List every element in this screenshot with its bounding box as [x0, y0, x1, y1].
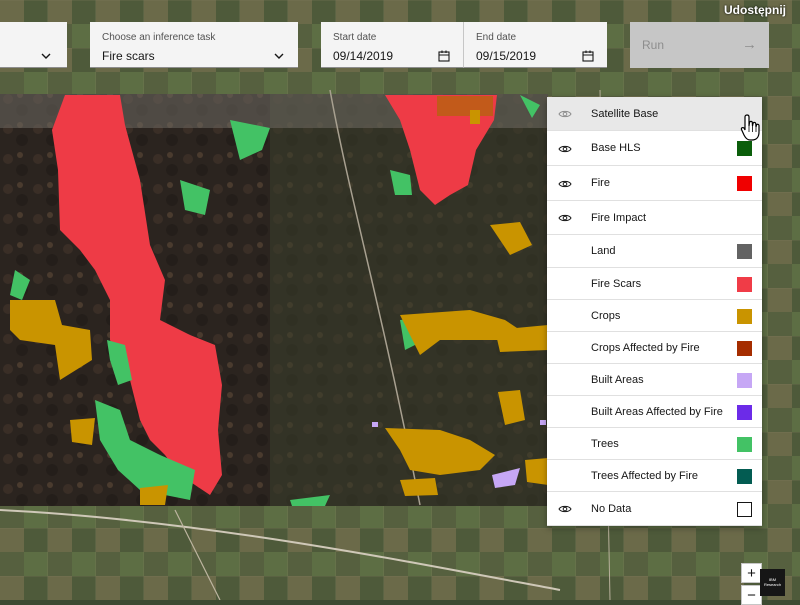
- legend-item-label: Fire: [591, 177, 610, 189]
- zoom-out-button[interactable]: −: [741, 585, 762, 605]
- calendar-icon[interactable]: [581, 49, 595, 63]
- legend-color-swatch: [737, 340, 752, 356]
- legend-item-land[interactable]: Land: [547, 235, 762, 268]
- legend-item-built-areas-affected-by-fire[interactable]: Built Areas Affected by Fire: [547, 396, 762, 428]
- legend-item-crops[interactable]: Crops: [547, 300, 762, 332]
- legend-color-swatch: [737, 436, 752, 452]
- legend-item-label: Base HLS: [591, 142, 641, 154]
- end-date-value: 09/15/2019: [476, 49, 537, 63]
- eye-icon[interactable]: [558, 213, 572, 223]
- inference-toolbar: Choose an inference task Fire scars Star…: [0, 0, 800, 90]
- start-date-value: 09/14/2019: [333, 49, 394, 63]
- legend-color-swatch: [737, 276, 752, 292]
- legend-color-swatch: [737, 141, 752, 156]
- legend-item-fire-impact[interactable]: Fire Impact: [547, 201, 762, 235]
- legend-item-label: Satellite Base: [591, 107, 659, 120]
- end-date-label: End date: [476, 32, 517, 43]
- legend-color-swatch: [737, 501, 752, 517]
- dataset-dropdown[interactable]: [0, 22, 67, 68]
- legend-color-swatch: [737, 468, 752, 484]
- legend-item-built-areas[interactable]: Built Areas: [547, 364, 762, 396]
- legend-item-crops-affected-by-fire[interactable]: Crops Affected by Fire: [547, 332, 762, 364]
- legend-color-swatch: [737, 404, 752, 420]
- legend-item-fire[interactable]: Fire: [547, 166, 762, 201]
- legend-item-satellite-base[interactable]: Satellite Base: [547, 97, 762, 131]
- inference-task-value: Fire scars: [102, 49, 155, 63]
- legend-item-label: Built Areas Affected by Fire: [591, 405, 723, 418]
- layer-legend-panel: Satellite Base Base HLS Fire Fire Impact Lan…: [547, 97, 762, 526]
- legend-color-swatch: [737, 176, 752, 191]
- legend-color-swatch: [737, 244, 752, 259]
- legend-item-label: Built Areas: [591, 373, 644, 386]
- chevron-down-icon: [41, 53, 51, 59]
- ibm-research-logo: IBM Research: [760, 569, 785, 596]
- legend-item-label: Trees Affected by Fire: [591, 469, 698, 482]
- eye-icon[interactable]: [558, 144, 572, 154]
- legend-color-swatch: [737, 308, 752, 324]
- legend-item-label: Fire Impact: [591, 211, 647, 224]
- legend-item-fire-scars[interactable]: Fire Scars: [547, 268, 762, 300]
- legend-item-label: Crops Affected by Fire: [591, 341, 700, 354]
- eye-icon[interactable]: [558, 179, 572, 189]
- legend-item-label: Trees: [591, 437, 619, 450]
- run-label: Run: [642, 38, 665, 52]
- zoom-in-button[interactable]: +: [741, 563, 762, 583]
- start-date-field[interactable]: Start date 09/14/2019: [321, 22, 464, 68]
- eye-icon[interactable]: [558, 109, 572, 119]
- end-date-field[interactable]: End date 09/15/2019: [464, 22, 607, 68]
- run-button[interactable]: Run →: [630, 22, 769, 68]
- legend-item-trees[interactable]: Trees: [547, 428, 762, 460]
- legend-item-label: Fire Scars: [591, 277, 642, 290]
- legend-item-no-data[interactable]: No Data: [547, 492, 762, 526]
- legend-color-swatch: [737, 372, 752, 388]
- legend-item-label: Crops: [591, 309, 621, 322]
- inference-task-label: Choose an inference task: [102, 32, 216, 43]
- calendar-icon[interactable]: [437, 49, 451, 63]
- legend-item-base-hls[interactable]: Base HLS: [547, 131, 762, 166]
- start-date-label: Start date: [333, 32, 377, 43]
- legend-item-label: No Data: [591, 502, 632, 515]
- inference-task-dropdown[interactable]: Choose an inference task Fire scars: [90, 22, 298, 68]
- hand-cursor-icon: [740, 114, 760, 141]
- legend-item-trees-affected-by-fire[interactable]: Trees Affected by Fire: [547, 460, 762, 492]
- eye-icon[interactable]: [558, 504, 572, 514]
- chevron-down-icon: [274, 53, 284, 59]
- share-link[interactable]: Udostępnij: [724, 3, 786, 17]
- legend-item-label: Land: [591, 245, 616, 257]
- arrow-right-icon: →: [742, 36, 757, 53]
